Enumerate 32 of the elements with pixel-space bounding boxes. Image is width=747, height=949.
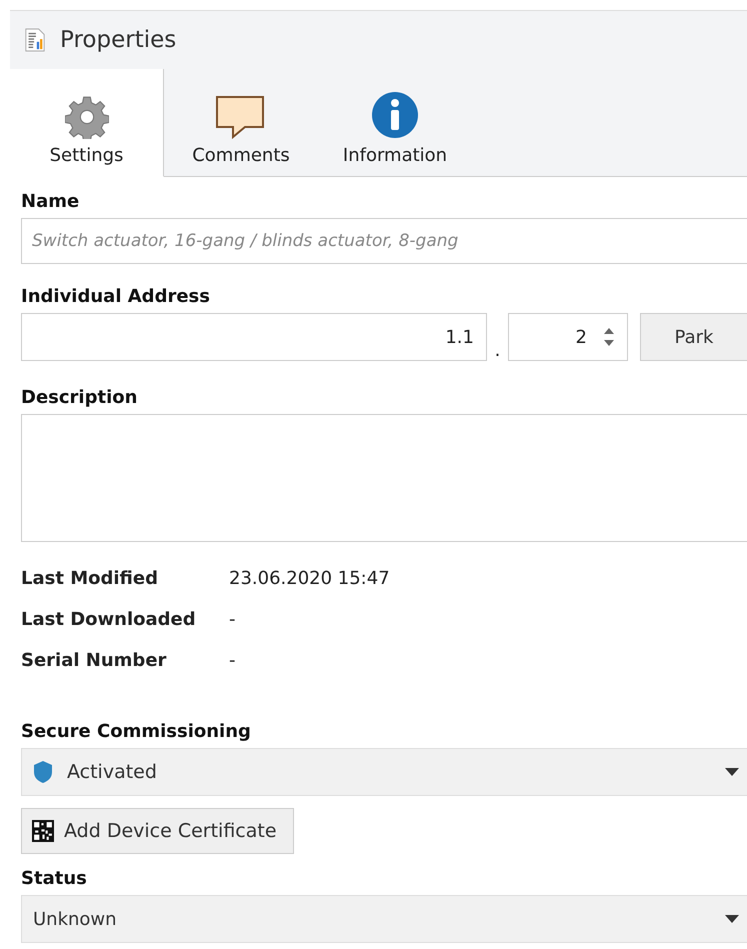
field-label: Name	[21, 191, 80, 212]
shield-icon	[33, 760, 53, 784]
add-certificate-button[interactable]: Add Device Certificate	[21, 808, 294, 854]
field-label: Secure Commissioning	[21, 721, 252, 742]
caret-icon	[725, 915, 739, 923]
device-number-spinbox[interactable]: 2	[508, 313, 628, 361]
description-field[interactable]	[21, 414, 747, 542]
park-button[interactable]: Park	[640, 313, 747, 361]
name-field[interactable]: Switch actuator, 16-gang / blinds actuator, 8-gang	[21, 218, 747, 264]
info-label: Serial Number	[21, 650, 168, 671]
spin-arrows-icon	[603, 326, 615, 348]
address-line-field[interactable]: 1.1	[21, 313, 487, 361]
document-chart-icon	[24, 28, 46, 52]
info-label: Last Downloaded	[21, 609, 197, 630]
tab[interactable]: Information	[318, 69, 472, 177]
field-label: Individual Address	[21, 286, 211, 307]
gear-icon	[64, 95, 108, 139]
secure-commissioning-dropdown[interactable]: Activated	[21, 748, 747, 796]
status-dropdown[interactable]: Unknown	[21, 895, 747, 943]
speech-bubble-icon	[215, 95, 267, 139]
info-value: -	[229, 609, 236, 630]
field-label: Status	[21, 868, 88, 889]
info-icon	[371, 91, 419, 139]
field-label: Description	[21, 387, 138, 408]
info-label: Last Modified	[21, 568, 159, 589]
address-separator: .	[494, 340, 502, 361]
qr-code-icon	[32, 820, 54, 842]
caret-icon	[725, 768, 739, 776]
panel-title: Properties	[60, 27, 176, 53]
tab[interactable]: Comments	[164, 69, 318, 177]
info-value: -	[229, 650, 236, 671]
info-value: 23.06.2020 15:47	[229, 568, 390, 589]
